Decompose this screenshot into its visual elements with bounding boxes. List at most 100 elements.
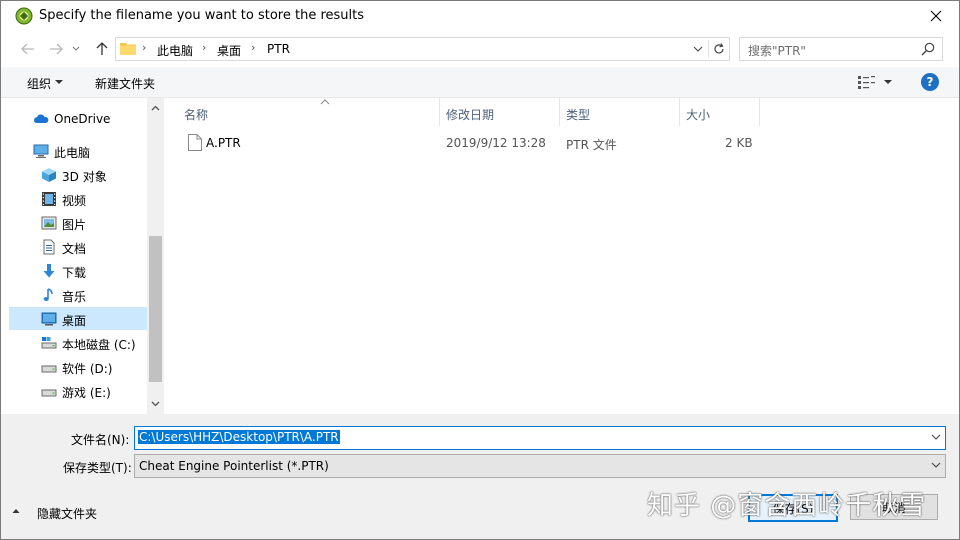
close-icon — [930, 10, 942, 22]
nav-item-label: 3D 对象 — [62, 170, 107, 184]
nav-item-drive-c[interactable]: 本地磁盘 (C:) — [9, 331, 147, 354]
file-list: 名称 修改日期 类型 大小 A.PTR 2019/9/12 13:28 PTR … — [164, 98, 959, 414]
forward-button[interactable] — [47, 40, 65, 58]
computer-icon — [33, 144, 49, 158]
nav-item-this-pc[interactable]: 此电脑 — [9, 139, 147, 162]
nav-item-pictures[interactable]: 图片 — [9, 211, 147, 234]
search-placeholder: 搜索"PTR" — [748, 44, 806, 58]
hide-folders-toggle[interactable]: 隐藏文件夹 — [9, 503, 119, 521]
address-history-dropdown[interactable] — [690, 41, 706, 57]
organize-button[interactable]: 组织 — [27, 75, 51, 92]
chevron-down-icon[interactable] — [930, 431, 942, 443]
chevron-down-icon — [931, 462, 941, 468]
nav-item-label: OneDrive — [54, 112, 111, 126]
column-header-modified[interactable]: 修改日期 — [440, 98, 560, 126]
column-header-size[interactable]: 大小 — [680, 98, 760, 126]
chevron-down-icon[interactable] — [150, 398, 161, 409]
file-type: PTR 文件 — [566, 138, 617, 152]
nav-item-drive-e[interactable]: 游戏 (E:) — [9, 379, 147, 402]
breadcrumb-item-ptr[interactable]: PTR — [267, 42, 290, 56]
refresh-icon — [714, 43, 724, 54]
breadcrumb-separator: › — [202, 41, 207, 54]
folder-icon — [120, 43, 136, 55]
nav-item-3d-objects[interactable]: 3D 对象 — [9, 163, 147, 186]
column-label: 类型 — [566, 108, 591, 122]
nav-item-music[interactable]: 音乐 — [9, 283, 147, 306]
breadcrumb-separator: › — [142, 41, 147, 54]
file-modified: 2019/9/12 13:28 — [446, 136, 546, 150]
nav-item-documents[interactable]: 文档 — [9, 235, 147, 258]
nav-item-label: 音乐 — [62, 290, 87, 304]
nav-item-label: 软件 (D:) — [62, 362, 113, 376]
help-icon[interactable]: ? — [921, 73, 939, 91]
arrow-left-icon — [21, 43, 34, 55]
navigation-scrollbar[interactable] — [147, 98, 164, 414]
column-header-type[interactable]: 类型 — [560, 98, 680, 126]
file-icon — [188, 134, 202, 151]
filename-input[interactable]: C:\Users\HHZ\Desktop\PTR\A.PTR — [134, 426, 946, 450]
caret-up-icon — [12, 509, 20, 513]
search-input[interactable]: 搜索"PTR" — [739, 37, 943, 61]
picture-icon — [41, 216, 57, 230]
title-bar: Specify the filename you want to store t… — [1, 1, 959, 31]
column-header-name[interactable]: 名称 — [178, 98, 440, 126]
navigation-pane: OneDrive 此电脑 3D 对象 视频 图片 文档 下载 音乐 桌面 本地磁… — [1, 98, 147, 414]
filename-value: C:\Users\HHZ\Desktop\PTR\A.PTR — [138, 430, 340, 444]
nav-item-onedrive[interactable]: OneDrive — [9, 107, 147, 130]
refresh-button[interactable] — [708, 40, 729, 58]
column-label: 大小 — [686, 108, 711, 122]
new-folder-button[interactable]: 新建文件夹 — [95, 75, 155, 92]
watermark-text: 知乎 @窗含西岭千秋雪 — [647, 491, 927, 521]
nav-item-label: 本地磁盘 (C:) — [62, 338, 136, 352]
nav-item-label: 图片 — [62, 218, 87, 232]
file-size: 2 KB — [725, 136, 753, 150]
nav-item-label: 下载 — [62, 266, 87, 280]
table-row[interactable]: A.PTR 2019/9/12 13:28 PTR 文件 2 KB — [180, 132, 760, 154]
nav-item-label: 此电脑 — [54, 146, 91, 160]
drive-icon — [41, 337, 57, 349]
nav-item-downloads[interactable]: 下载 — [9, 259, 147, 282]
hide-folders-label: 隐藏文件夹 — [37, 507, 98, 521]
close-button[interactable] — [913, 1, 959, 31]
chevron-down-icon — [693, 46, 703, 52]
view-options-icon[interactable] — [858, 75, 876, 89]
address-row: › 此电脑 › 桌面 › PTR 搜索"PTR" — [1, 35, 959, 63]
nav-item-label: 文档 — [62, 242, 87, 256]
scrollbar-thumb[interactable] — [149, 236, 162, 382]
save-dialog-window: Specify the filename you want to store t… — [0, 0, 960, 540]
address-bar[interactable]: › 此电脑 › 桌面 › PTR — [115, 37, 730, 61]
drive-icon — [41, 389, 57, 397]
column-label: 修改日期 — [446, 108, 495, 122]
file-name: A.PTR — [206, 136, 241, 150]
breadcrumb-item-desktop[interactable]: 桌面 — [217, 42, 241, 59]
cheat-engine-icon — [15, 7, 33, 25]
breadcrumb-item-this-pc[interactable]: 此电脑 — [157, 42, 193, 59]
window-title: Specify the filename you want to store t… — [39, 8, 364, 23]
breadcrumb-separator: › — [251, 41, 256, 54]
command-toolbar: 组织 新建文件夹 ? — [1, 67, 959, 98]
chevron-down-icon — [72, 46, 80, 51]
arrow-up-icon — [96, 42, 108, 55]
cloud-icon — [34, 114, 49, 123]
nav-item-label: 视频 — [62, 194, 87, 208]
search-icon — [921, 42, 935, 56]
filename-label: 文件名(N): — [71, 433, 130, 447]
caret-down-icon — [55, 80, 63, 84]
video-icon — [42, 192, 56, 206]
back-button[interactable] — [19, 40, 37, 58]
filetype-value: Cheat Engine Pointerlist (*.PTR) — [139, 459, 329, 473]
cube-icon — [42, 168, 56, 182]
desktop-icon — [41, 312, 57, 326]
recent-dropdown[interactable] — [71, 40, 81, 58]
chevron-up-icon[interactable] — [150, 103, 161, 114]
up-button[interactable] — [93, 40, 111, 58]
nav-item-videos[interactable]: 视频 — [9, 187, 147, 210]
nav-item-drive-d[interactable]: 软件 (D:) — [9, 355, 147, 378]
nav-item-label: 桌面 — [62, 314, 87, 328]
nav-item-label: 游戏 (E:) — [62, 386, 111, 400]
caret-down-icon[interactable] — [883, 77, 893, 87]
arrow-right-icon — [50, 43, 63, 55]
nav-item-desktop[interactable]: 桌面 — [9, 307, 147, 330]
column-label: 名称 — [184, 108, 209, 122]
filetype-select[interactable]: Cheat Engine Pointerlist (*.PTR) — [134, 454, 946, 478]
